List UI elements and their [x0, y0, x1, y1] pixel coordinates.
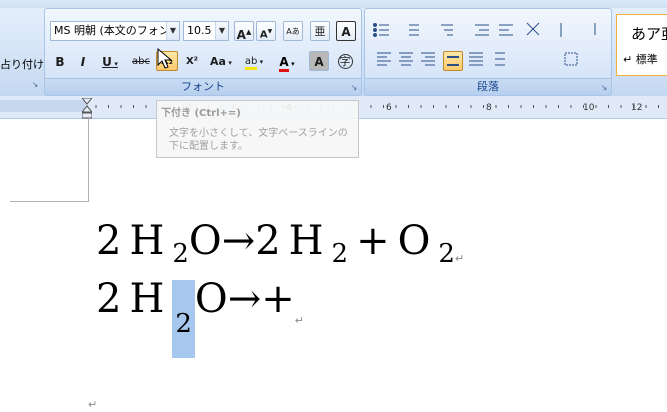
coefficient: 2 — [255, 218, 281, 264]
margin-corner-vertical — [88, 118, 89, 202]
selected-text[interactable]: 2 — [172, 280, 195, 358]
reaction-arrow: → — [221, 218, 256, 264]
indent-marker-icon[interactable] — [80, 97, 94, 120]
justify-button[interactable] — [443, 51, 463, 71]
font-name-combo[interactable]: MS 明朝 (本文のフォン ▼ — [50, 21, 180, 41]
superscript-button[interactable]: X² — [181, 51, 203, 71]
subscript-digit: 2 — [175, 309, 192, 339]
chevron-down-icon[interactable]: ▼ — [215, 22, 228, 40]
equation-line-2[interactable]: 2 H2O→+↵ — [96, 276, 304, 358]
change-case-icon: Aa — [210, 55, 226, 68]
strikethrough-icon: abc — [132, 56, 150, 67]
change-case-button[interactable]: Aa ▾ — [206, 51, 236, 71]
clear-format-button[interactable]: Aあ — [283, 21, 303, 41]
subscript-digit: 2 — [172, 239, 189, 269]
plus-sign: + — [356, 218, 390, 264]
element-symbol: H — [129, 276, 165, 322]
element-symbol: O — [397, 218, 431, 264]
mouse-pointer-icon — [157, 48, 173, 69]
clear-format-icon: Aあ — [286, 27, 300, 36]
ribbon-top-strip — [0, 0, 667, 8]
char-border-button[interactable]: A — [336, 21, 356, 41]
font-color-button[interactable]: A ▾ — [272, 51, 302, 72]
highlighter-icon: ab — [244, 56, 258, 70]
font-group-label: フォント — [45, 78, 361, 95]
svg-text:12: 12 — [631, 103, 642, 113]
paragraph-buttons-icons — [373, 22, 596, 66]
svg-text:6: 6 — [386, 103, 392, 113]
coefficient: 2 — [96, 218, 122, 264]
bold-icon: B — [55, 55, 65, 69]
strikethrough-button[interactable]: abc — [129, 51, 153, 71]
underline-icon: U — [102, 55, 112, 69]
clipboard-launcher-icon[interactable]: ↘ — [30, 80, 40, 90]
underline-button[interactable]: U ▾ — [96, 51, 124, 71]
enclose-char-icon: 字 — [337, 54, 353, 69]
paragraph-group-label: 段落 — [365, 78, 611, 95]
chevron-down-icon[interactable]: ▼ — [166, 22, 179, 40]
superscript-icon: X² — [185, 56, 199, 67]
end-paragraph-mark: ↵ — [88, 398, 98, 411]
grow-font-button[interactable]: A▲ — [234, 21, 254, 42]
char-border-icon: A — [341, 25, 351, 39]
shrink-font-icon: A — [259, 29, 268, 41]
tooltip-title: 下付き (Ctrl+=) — [161, 108, 241, 119]
subscript-tooltip: 下付き (Ctrl+=) 文字を小さくして、文字ベースラインの下に配置します。 — [156, 100, 359, 158]
margin-corner-horizontal — [10, 201, 89, 202]
svg-text:8: 8 — [486, 103, 492, 113]
phonetic-guide-button[interactable]: 亜 — [310, 21, 330, 41]
highlight-button[interactable]: ab ▾ — [239, 51, 269, 71]
grow-font-icon: A — [236, 28, 246, 42]
coefficient: 2 — [96, 276, 122, 322]
svg-text:10: 10 — [583, 103, 595, 113]
font-name-value: MS 明朝 (本文のフォン — [54, 24, 170, 37]
char-shading-button[interactable]: A — [309, 51, 329, 71]
plus-sign: + — [261, 276, 295, 322]
char-shading-icon: A — [314, 55, 324, 69]
equation-line-1[interactable]: 2 H 2O→2 H 2 + O 2↵ — [96, 218, 465, 269]
ribbon: 占り付け ↘ MS 明朝 (本文のフォン ▼ 10.5 ▼ A▲ A▼ Aあ 亜… — [0, 0, 667, 97]
font-group: MS 明朝 (本文のフォン ▼ 10.5 ▼ A▲ A▼ Aあ 亜 A B I … — [44, 8, 362, 96]
element-symbol: H — [288, 218, 324, 264]
font-size-combo[interactable]: 10.5 ▼ — [183, 21, 229, 41]
paste-label-partial[interactable]: 占り付け — [0, 56, 44, 72]
style-name: ↵ 標準 — [623, 53, 658, 66]
paragraph-mark: ↵ — [294, 314, 304, 327]
style-gallery-item-normal[interactable]: あア亜 ↵ 標準 — [616, 14, 667, 76]
font-dialog-launcher-icon[interactable]: ↘ — [349, 83, 359, 93]
font-size-value: 10.5 — [187, 24, 212, 37]
bold-button[interactable]: B — [50, 51, 70, 71]
phonetic-guide-icon: 亜 — [314, 25, 326, 38]
subscript-digit: 2 — [438, 239, 455, 269]
paragraph-mark: ↵ — [454, 252, 465, 265]
enclose-char-button[interactable]: 字 — [335, 51, 355, 71]
font-color-icon: A — [279, 55, 289, 72]
subscript-digit: 2 — [331, 239, 349, 269]
element-symbol: O — [188, 218, 222, 264]
justify-icon — [447, 56, 459, 66]
element-symbol: O — [194, 276, 228, 322]
paragraph-dialog-launcher-icon[interactable]: ↘ — [599, 83, 609, 93]
italic-icon: I — [80, 55, 86, 69]
shrink-font-button[interactable]: A▼ — [256, 21, 276, 41]
paragraph-group: 段落 ↘ — [364, 8, 612, 96]
tooltip-description: 文字を小さくして、文字ベースラインの下に配置します。 — [169, 128, 348, 152]
style-preview-text: あア亜 — [631, 25, 667, 43]
element-symbol: H — [129, 218, 165, 264]
reaction-arrow: → — [227, 276, 262, 322]
italic-button[interactable]: I — [73, 51, 93, 71]
